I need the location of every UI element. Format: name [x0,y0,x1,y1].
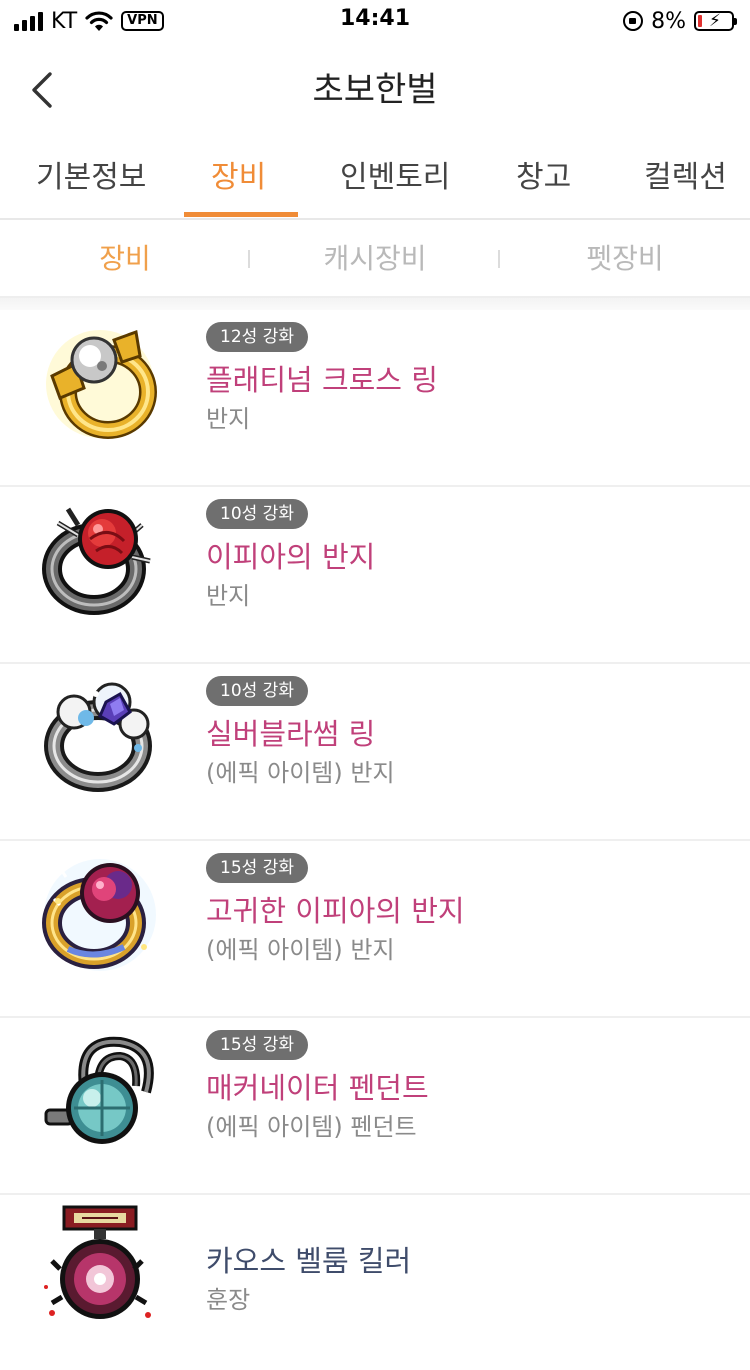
item-name: 카오스 벨룸 킬러 [206,1244,412,1278]
subtab-cash-equipment[interactable]: 캐시장비 [250,240,500,278]
item-category: (에픽 아이템) 반지 [206,759,395,787]
list-item[interactable]: 10성 강화 이피아의 반지 반지 [0,487,750,664]
enhancement-badge: 12성 강화 [206,322,308,352]
page-title: 초보한벌 [312,70,438,110]
sub-tabs: 장비 캐시장비 펫장비 [0,220,750,298]
item-name: 실버블라썸 링 [206,717,376,751]
tab-equipment[interactable]: 장비 [211,158,266,198]
item-name: 플래티넘 크로스 링 [206,363,438,397]
item-category: (에픽 아이템) 반지 [206,936,395,964]
item-category: (에픽 아이템) 펜던트 [206,1113,417,1141]
list-item[interactable]: 10성 강화 실버블라썸 링 (에픽 아이템) 반지 [0,664,750,841]
tab-inventory[interactable]: 인벤토리 [340,158,450,198]
list-item[interactable]: 15성 강화 고귀한 이피아의 반지 (에픽 아이템) 반지 [0,841,750,1018]
item-category: 반지 [206,582,251,610]
enhancement-badge: 15성 강화 [206,853,308,883]
list-item[interactable]: 15성 강화 매커네이터 펜던트 (에픽 아이템) 펜던트 [0,1018,750,1195]
enhancement-badge: 10성 강화 [206,676,308,706]
subtab-equipment[interactable]: 장비 [0,240,250,278]
item-name: 고귀한 이피아의 반지 [206,894,465,928]
enhancement-badge: 10성 강화 [206,499,308,529]
nav-header: 초보한벌 [0,42,750,138]
status-bar: KT VPN 14:41 8% ⚡ [0,0,750,42]
equipment-list: 12성 강화 플래티넘 크로스 링 반지 10성 강화 이피아의 반지 반지 1… [0,310,750,1370]
item-name: 매커네이터 펜던트 [206,1071,429,1105]
tab-storage[interactable]: 창고 [516,158,571,198]
list-item[interactable]: 카오스 벨룸 킬러 훈장 [0,1195,750,1370]
status-right: 8% ⚡ [623,6,737,36]
enhancement-badge: 15성 강화 [206,1030,308,1060]
subtab-pet-equipment[interactable]: 펫장비 [500,240,750,278]
item-category: 반지 [206,405,251,433]
battery-charging-icon: ⚡ [694,11,737,31]
item-name: 이피아의 반지 [206,540,376,574]
item-category: 훈장 [206,1286,251,1314]
ifia-ring-icon [42,507,151,615]
tab-collection[interactable]: 컬렉션 [644,158,727,198]
main-tabs: 기본정보 장비 인벤토리 창고 컬렉션 [0,140,750,220]
list-top-shadow [0,298,750,310]
chaos-vellum-killer-medal-icon [44,1205,151,1319]
mechanator-pendant-icon [44,1036,154,1144]
silver-blossom-ring-icon [44,682,152,792]
rotation-lock-icon [623,11,644,31]
battery-percent: 8% [651,8,686,34]
tab-basic-info[interactable]: 기본정보 [36,158,146,198]
platinum-cross-ring-icon [46,329,157,439]
list-item[interactable]: 12성 강화 플래티넘 크로스 링 반지 [0,310,750,487]
active-tab-indicator [184,212,298,217]
noble-ifia-ring-icon [42,859,156,971]
